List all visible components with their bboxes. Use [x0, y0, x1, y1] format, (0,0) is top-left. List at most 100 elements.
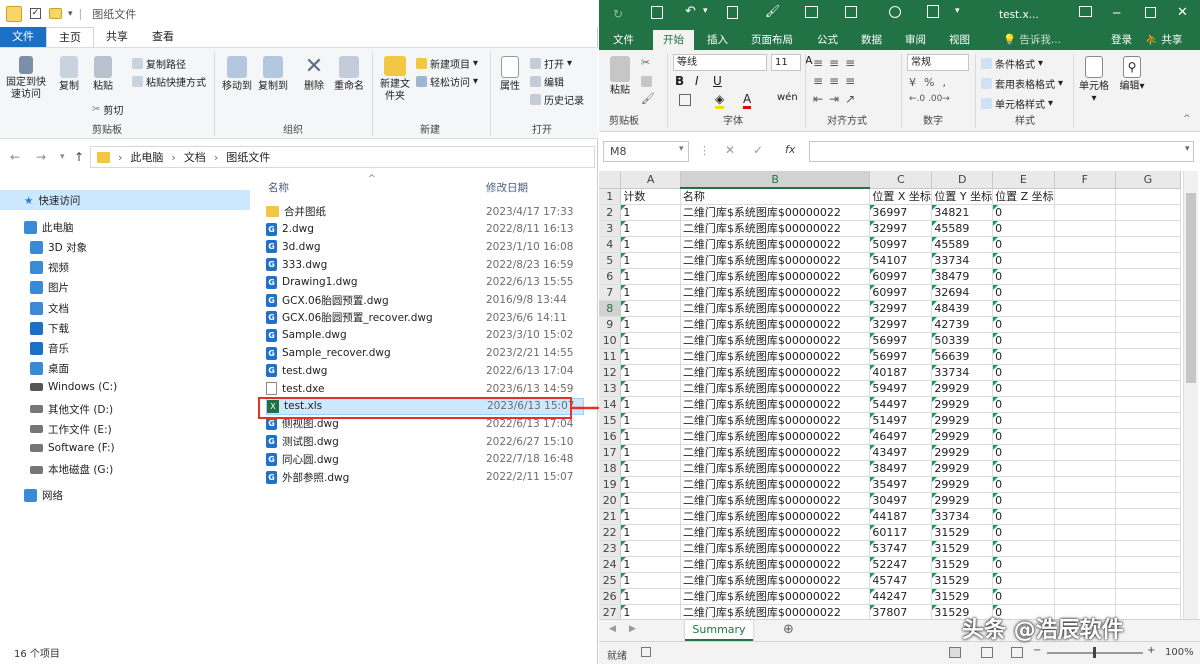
cell[interactable]: 0	[992, 300, 1055, 317]
cell[interactable]: 二维门库$系统图库$00000022	[680, 268, 871, 285]
row-header[interactable]: 1	[599, 188, 622, 205]
nav-network[interactable]: 网络	[24, 488, 63, 503]
cell[interactable]: 二维门库$系统图库$00000022	[680, 204, 871, 221]
cell[interactable]: 56639	[931, 348, 994, 365]
sheet-tab-summary[interactable]: Summary	[685, 620, 753, 641]
properties-button[interactable]: 属性	[496, 56, 524, 93]
cell[interactable]	[1115, 588, 1181, 605]
open-button[interactable]: 打开 ▾	[530, 56, 572, 71]
nav-item[interactable]: 工作文件 (E:)	[30, 422, 112, 437]
cell[interactable]: 0	[992, 412, 1055, 429]
cell[interactable]: 37807	[869, 604, 933, 619]
cell[interactable]	[1054, 284, 1116, 301]
column-header[interactable]: E	[992, 171, 1055, 189]
function-icon[interactable]: fx	[785, 143, 795, 156]
cell[interactable]	[1115, 476, 1181, 493]
nav-item[interactable]: 3D 对象	[30, 240, 87, 255]
cell[interactable]	[1054, 316, 1116, 333]
row-header[interactable]: 14	[599, 396, 622, 413]
currency-percent-buttons[interactable]: ¥%,	[909, 76, 954, 89]
cell[interactable]: 1	[620, 316, 681, 333]
column-header[interactable]: F	[1054, 171, 1116, 189]
cell[interactable]: 0	[992, 540, 1055, 557]
cell[interactable]: 1	[620, 204, 681, 221]
cell[interactable]	[1115, 508, 1181, 525]
cell[interactable]	[1054, 508, 1116, 525]
font-name-select[interactable]: 等线	[673, 54, 767, 71]
cell[interactable]: 1	[620, 572, 681, 589]
file-row[interactable]: Gtest.dwg 2022/6/13 17:04	[266, 362, 584, 379]
horizontal-align-buttons[interactable]: ≡≡≡	[813, 74, 861, 88]
cell[interactable]	[1115, 572, 1181, 589]
cell[interactable]	[1054, 588, 1116, 605]
new-folder-button[interactable]: 新建文件夹	[378, 56, 412, 103]
cell[interactable]: 60117	[869, 524, 933, 541]
cell[interactable]: 38497	[869, 460, 933, 477]
italic-icon[interactable]: I	[695, 74, 699, 88]
cell[interactable]	[1115, 188, 1181, 205]
cell[interactable]: 36997	[869, 204, 933, 221]
cell[interactable]	[1115, 204, 1181, 221]
row-header[interactable]: 7	[599, 284, 622, 301]
row-header[interactable]: 23	[599, 540, 622, 557]
cell[interactable]: 0	[992, 492, 1055, 509]
column-header[interactable]: C	[869, 171, 933, 189]
cell[interactable]: 50997	[869, 236, 933, 253]
cell[interactable]	[1054, 412, 1116, 429]
nav-quick-access[interactable]: ★ 快速访问	[24, 193, 80, 208]
cell[interactable]: 二维门库$系统图库$00000022	[680, 444, 871, 461]
cell[interactable]: 56997	[869, 348, 933, 365]
row-header[interactable]: 24	[599, 556, 622, 573]
cell[interactable]: 1	[620, 348, 681, 365]
column-header-name[interactable]: 名称	[268, 180, 289, 195]
nav-item[interactable]: 桌面	[30, 361, 69, 376]
cell[interactable]: 1	[620, 460, 681, 477]
number-format-select[interactable]: 常规	[907, 54, 969, 71]
cell[interactable]: 1	[620, 604, 681, 619]
cell[interactable]: 45589	[931, 220, 994, 237]
border-icon[interactable]	[679, 94, 691, 106]
collapse-ribbon-icon[interactable]: ^	[1183, 114, 1191, 124]
zoom-level[interactable]: 100%	[1165, 647, 1194, 658]
camera-icon[interactable]	[889, 6, 901, 18]
cell[interactable]: 29929	[931, 396, 994, 413]
up-arrow-icon[interactable]: ↑	[74, 150, 84, 164]
cell[interactable]: 29929	[931, 412, 994, 429]
cell[interactable]: 1	[620, 364, 681, 381]
cell[interactable]	[1054, 540, 1116, 557]
cell[interactable]: 二维门库$系统图库$00000022	[680, 332, 871, 349]
cell[interactable]: 0	[992, 252, 1055, 269]
history-button[interactable]: 历史记录	[530, 92, 584, 107]
back-arrow-icon[interactable]: ←	[10, 150, 20, 164]
cell[interactable]: 32997	[869, 220, 933, 237]
cell[interactable]	[1115, 316, 1181, 333]
cell[interactable]: 二维门库$系统图库$00000022	[680, 508, 871, 525]
cell[interactable]: 二维门库$系统图库$00000022	[680, 460, 871, 477]
add-sheet-icon[interactable]: ⊕	[783, 622, 794, 637]
cell[interactable]: 0	[992, 428, 1055, 445]
delete-button[interactable]: ✕ 删除	[300, 56, 328, 93]
cell[interactable]: 33734	[931, 508, 994, 525]
cell[interactable]: 33734	[931, 364, 994, 381]
cell[interactable]: 二维门库$系统图库$00000022	[680, 364, 871, 381]
cell[interactable]	[1115, 332, 1181, 349]
cell[interactable]: 1	[620, 492, 681, 509]
cell[interactable]: 1	[620, 380, 681, 397]
cell[interactable]: 32694	[931, 284, 994, 301]
row-header[interactable]: 6	[599, 268, 622, 285]
file-row[interactable]: test.dxe 2023/6/13 14:59	[266, 380, 584, 397]
share-button[interactable]: ⛹ 共享	[1145, 30, 1182, 50]
cell[interactable]: 0	[992, 316, 1055, 333]
cell[interactable]: 34821	[931, 204, 994, 221]
cell[interactable]: 0	[992, 524, 1055, 541]
file-row[interactable]: G 3d.dwg 2023/1/10 16:08	[266, 238, 584, 255]
tab-view[interactable]: 查看	[140, 27, 186, 47]
name-box[interactable]: M8	[603, 141, 689, 162]
cell[interactable]: 31529	[931, 588, 994, 605]
cancel-icon[interactable]: ✕	[725, 143, 735, 157]
cell[interactable]	[1115, 396, 1181, 413]
row-header[interactable]: 16	[599, 428, 622, 445]
cell[interactable]: 1	[620, 220, 681, 237]
tab-file[interactable]: 文件	[0, 27, 46, 47]
move-to-button[interactable]: 移动到	[220, 56, 254, 93]
